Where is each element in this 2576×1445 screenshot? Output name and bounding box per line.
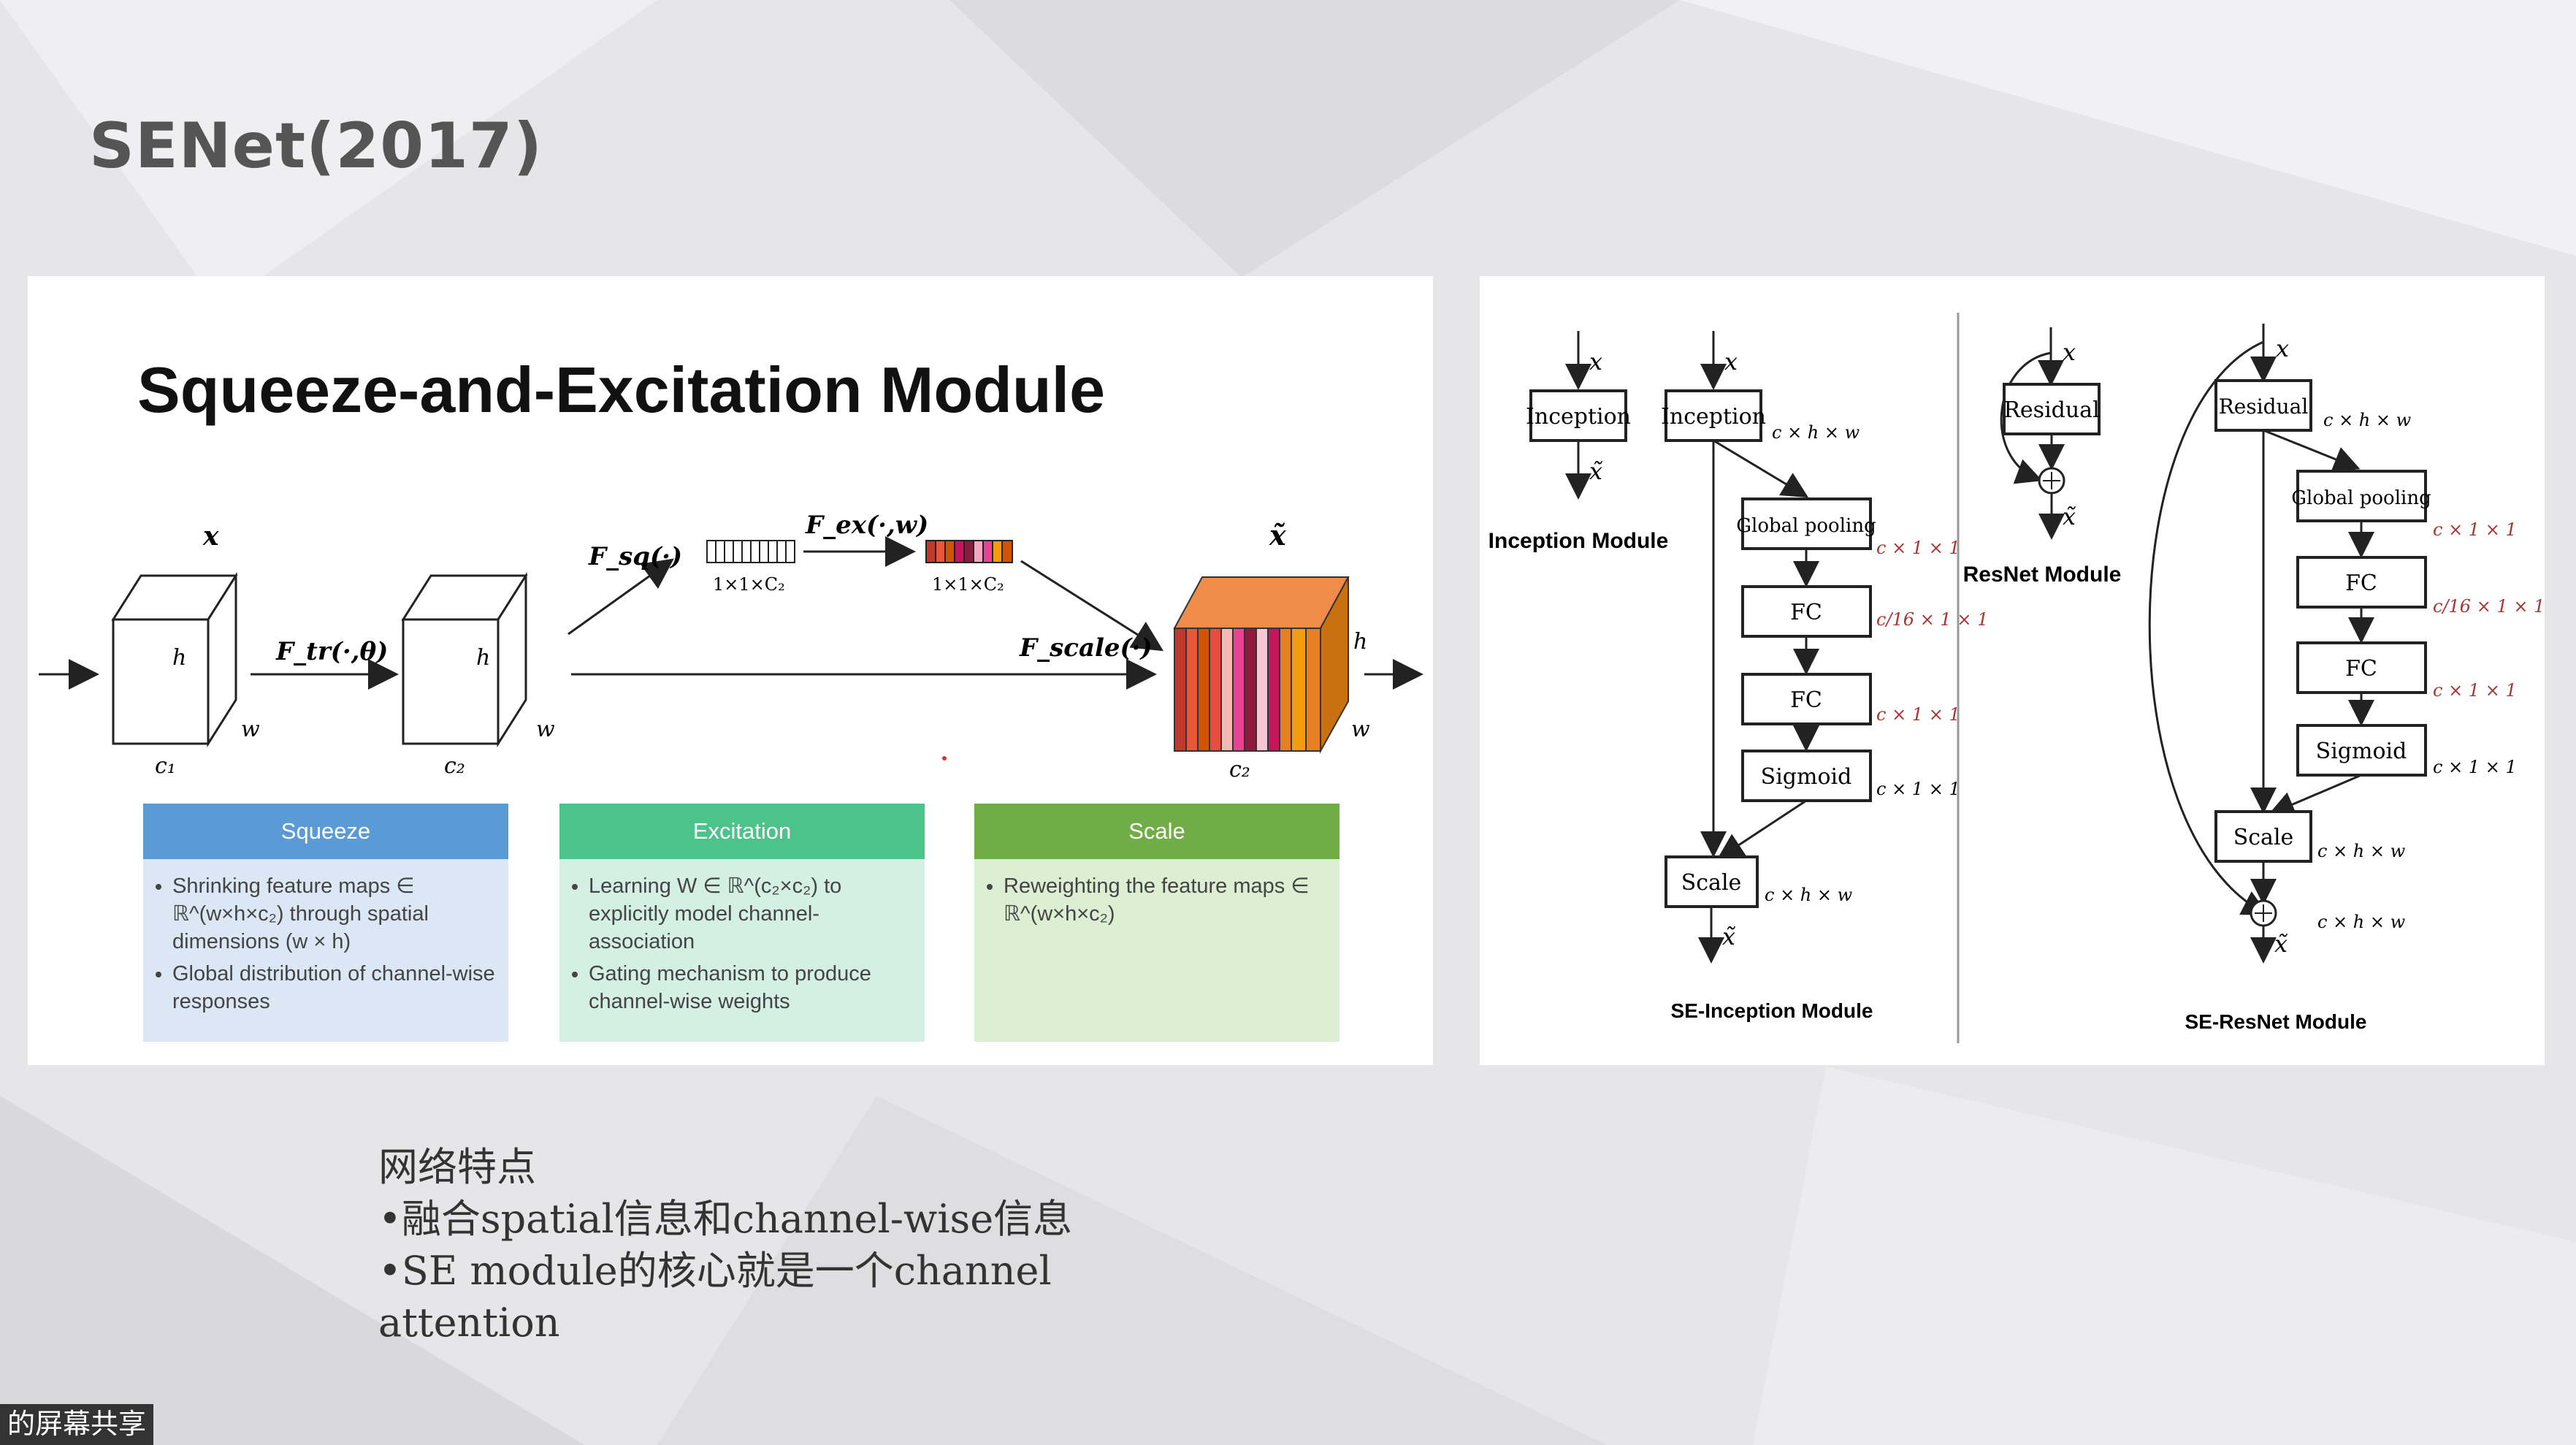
label-fex: F_ex(·,w) bbox=[805, 511, 928, 540]
inception-x: x bbox=[1589, 348, 1602, 375]
se-module-diagram: x h w c₁ F_tr(·,θ) h w c₂ F_sq(·) 1×1×C₂ bbox=[39, 511, 1423, 782]
se-module-panel: Squeeze-and-Excitation Module x h w c₁ F… bbox=[28, 276, 1433, 1065]
inception-block-label: Inception bbox=[1526, 404, 1631, 430]
red-dot bbox=[942, 756, 947, 760]
slide-title: SENet(2017) bbox=[89, 110, 543, 183]
notes-line-3: attention bbox=[378, 1300, 560, 1346]
label-c1: c₁ bbox=[155, 753, 176, 779]
fsq-arrow bbox=[567, 558, 674, 636]
se-inception-caption: SE-Inception Module bbox=[1671, 999, 1873, 1022]
se-inception-dim-5: c × 1 × 1 bbox=[1876, 779, 1960, 799]
resnet-caption: ResNet Module bbox=[1963, 563, 2122, 587]
se-inception-dim-1: c × h × w bbox=[1772, 422, 1860, 443]
label-x: x bbox=[202, 521, 219, 552]
se-resnet-sigmoid-label: Sigmoid bbox=[2316, 739, 2407, 764]
label-size-b: 1×1×C₂ bbox=[932, 574, 1004, 595]
se-resnet-fc-1-label: FC bbox=[2345, 571, 2377, 596]
label-fscale: F_scale(·) bbox=[1019, 633, 1153, 663]
resnet-x-tilde: x̃ bbox=[2063, 503, 2076, 530]
excitation-card-title: Excitation bbox=[559, 804, 925, 859]
se-inception-module: x Inception c × h × w Global pooling c ×… bbox=[1661, 331, 1988, 1022]
label-c2-out: c₂ bbox=[1229, 757, 1250, 782]
label-w3: w bbox=[1351, 717, 1370, 742]
scale-bullet-1: Reweighting the feature maps ∈ ℝ^(w×h×c₂… bbox=[1004, 872, 1329, 928]
se-resnet-dim-3: c/16 × 1 × 1 bbox=[2433, 596, 2545, 617]
se-resnet-block-label: Residual bbox=[2219, 394, 2309, 419]
se-resnet-x-tilde: x̃ bbox=[2274, 930, 2288, 958]
notes-line-2: •SE module的核心就是一个channel bbox=[378, 1248, 1052, 1294]
se-inception-x: x bbox=[1724, 348, 1738, 375]
scale-card: Scale Reweighting the feature maps ∈ ℝ^(… bbox=[974, 804, 1339, 1042]
se-inception-fc-2-label: FC bbox=[1790, 687, 1822, 713]
scale-card-title: Scale bbox=[974, 804, 1339, 859]
se-resnet-dim-6: c × h × w bbox=[2317, 841, 2406, 861]
se-resnet-dim-4: c × 1 × 1 bbox=[2433, 680, 2517, 701]
se-inception-scale-label: Scale bbox=[1681, 870, 1742, 896]
se-resnet-caption: SE-ResNet Module bbox=[2185, 1010, 2367, 1033]
resnet-module: x Residual x̃ ResNet Module bbox=[1963, 327, 2122, 587]
notes-line-1: •融合spatial信息和channel-wise信息 bbox=[378, 1196, 1073, 1242]
se-resnet-dim-5: c × 1 × 1 bbox=[2433, 757, 2517, 777]
se-resnet-fc-2-label: FC bbox=[2345, 656, 2377, 682]
label-fsq: F_sq(·) bbox=[588, 542, 682, 571]
se-resnet-global-pooling-label: Global pooling bbox=[2291, 487, 2431, 509]
se-inception-global-pooling-label: Global pooling bbox=[1736, 515, 1876, 537]
label-h1: h bbox=[172, 645, 186, 671]
excitation-card: Excitation Learning W ∈ ℝ^(c₂×c₂) to exp… bbox=[559, 804, 925, 1042]
notes-heading: 网络特点 bbox=[378, 1144, 536, 1190]
excitation-bullet-1: Learning W ∈ ℝ^(c₂×c₂) to explicitly mod… bbox=[589, 872, 914, 956]
squeeze-card: Squeeze Shrinking feature maps ∈ ℝ^(w×h×… bbox=[143, 804, 508, 1042]
feature-cube bbox=[401, 571, 528, 748]
se-architectures-panel: x Inception x̃ Inception Module x Incept… bbox=[1480, 276, 2545, 1065]
squeeze-bullet-2: Global distribution of channel-wise resp… bbox=[172, 960, 498, 1015]
squeeze-bullet-1: Shrinking feature maps ∈ ℝ^(w×h×c₂) thro… bbox=[172, 872, 498, 956]
se-inception-block-label: Inception bbox=[1661, 404, 1766, 430]
se-inception-fc-1-label: FC bbox=[1790, 600, 1822, 625]
label-size-a: 1×1×C₂ bbox=[713, 574, 785, 595]
se-architectures-diagram: x Inception x̃ Inception Module x Incept… bbox=[1488, 313, 2545, 1043]
label-h3: h bbox=[1353, 629, 1367, 655]
label-w2: w bbox=[536, 717, 555, 742]
label-c2: c₂ bbox=[444, 753, 465, 779]
inception-module: x Inception x̃ Inception Module bbox=[1488, 331, 1669, 553]
excitation-vector bbox=[925, 540, 1013, 563]
se-resnet-x: x bbox=[2276, 335, 2289, 362]
label-x-tilde: x̃ bbox=[1269, 519, 1287, 552]
se-resnet-module: x Residual c × h × w Global pooling c × … bbox=[2148, 324, 2545, 1033]
output-cube bbox=[1173, 576, 1350, 754]
se-inception-dim-6: c × h × w bbox=[1765, 885, 1853, 905]
se-inception-sigmoid-label: Sigmoid bbox=[1761, 764, 1852, 790]
se-resnet-dim-7: c × h × w bbox=[2317, 912, 2406, 932]
label-ftr: F_tr(·,θ) bbox=[275, 637, 388, 666]
notes-block: 网络特点 •融合spatial信息和channel-wise信息 •SE mod… bbox=[378, 1141, 1072, 1349]
inception-caption: Inception Module bbox=[1488, 529, 1669, 553]
label-h2: h bbox=[476, 645, 490, 671]
se-inception-dim-3: c/16 × 1 × 1 bbox=[1876, 609, 1988, 630]
inception-x-tilde: x̃ bbox=[1589, 457, 1603, 485]
se-resnet-dim-2: c × 1 × 1 bbox=[2433, 519, 2517, 540]
screen-share-badge[interactable]: 的屏幕共享 bbox=[0, 1404, 154, 1445]
se-inception-dim-2: c × 1 × 1 bbox=[1876, 538, 1960, 558]
resnet-x: x bbox=[2063, 338, 2076, 366]
squeeze-vector bbox=[706, 540, 795, 563]
label-w1: w bbox=[241, 717, 260, 742]
se-inception-dim-4: c × 1 × 1 bbox=[1876, 704, 1960, 725]
excitation-bullet-2: Gating mechanism to produce channel-wise… bbox=[589, 960, 914, 1015]
se-inception-x-tilde: x̃ bbox=[1722, 923, 1736, 950]
se-resnet-dim-1: c × h × w bbox=[2323, 410, 2412, 430]
squeeze-card-title: Squeeze bbox=[143, 804, 508, 859]
se-resnet-scale-label: Scale bbox=[2233, 825, 2294, 850]
resnet-block-label: Residual bbox=[2003, 397, 2099, 423]
